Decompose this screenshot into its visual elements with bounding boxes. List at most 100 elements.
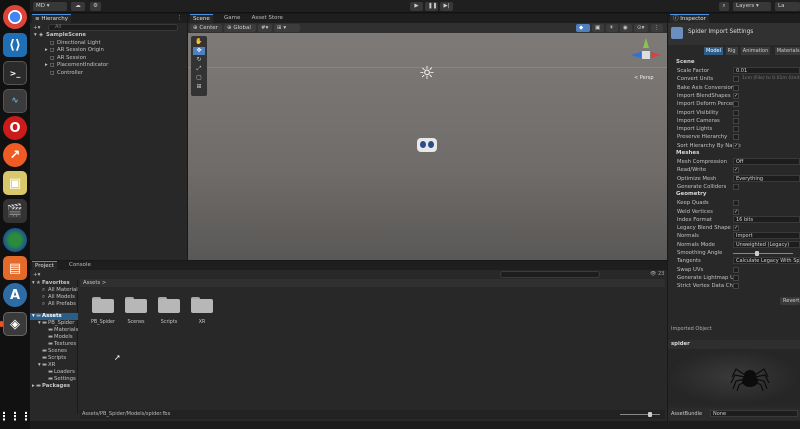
hand-tool-icon[interactable]: ✋ xyxy=(193,38,205,46)
play-button[interactable]: ▶ xyxy=(410,2,423,11)
layout-dropdown[interactable]: La xyxy=(775,2,800,11)
pivot-dropdown[interactable]: ⊕ Center xyxy=(190,24,222,32)
project-tree-item[interactable]: ⌕ All Models xyxy=(30,294,78,301)
grid-snap-button[interactable]: #▾ xyxy=(258,24,272,32)
project-tree-item[interactable]: ▬Textures xyxy=(30,341,78,348)
directional-light-icon[interactable]: ☼ xyxy=(416,63,438,85)
project-tree-item[interactable]: ▬Loaders xyxy=(30,369,78,376)
account-button[interactable]: MD ▾ xyxy=(33,2,67,11)
tab-inspector[interactable]: ⓘ Inspector xyxy=(670,14,709,23)
opera-icon[interactable]: O xyxy=(3,116,27,140)
tab-scene[interactable]: Scene xyxy=(190,14,213,23)
checkbox[interactable]: ✓ xyxy=(733,167,739,174)
video-editor-icon[interactable]: 🎬 xyxy=(3,199,27,223)
tab-materials[interactable]: Materials xyxy=(774,47,800,55)
transform-tool-icon[interactable]: ⊞ xyxy=(193,83,205,91)
snap-increment-button[interactable]: ⊞ ▾ xyxy=(274,24,300,32)
checkbox[interactable] xyxy=(733,200,739,207)
tab-animation[interactable]: Animation xyxy=(740,47,771,55)
checkbox[interactable] xyxy=(733,109,739,116)
checkbox[interactable]: ✓ xyxy=(733,225,739,232)
smoothing-angle-slider[interactable] xyxy=(733,251,793,256)
system-monitor-icon[interactable]: ∿ xyxy=(3,89,27,113)
checkbox[interactable] xyxy=(733,126,739,133)
checkbox[interactable] xyxy=(733,134,739,141)
layers-dropdown[interactable]: Layers ▾ xyxy=(733,2,771,11)
project-tree-item[interactable]: ▬Materials xyxy=(30,327,78,334)
folder-icon[interactable] xyxy=(191,297,213,313)
inspector-value-field[interactable]: Unweighted (Legacy) xyxy=(733,240,800,248)
orientation-gizmo[interactable] xyxy=(629,38,663,72)
checkbox[interactable]: ✓ xyxy=(733,208,739,215)
project-tree-item[interactable]: ▬Scripts xyxy=(30,355,78,362)
scene-viewport[interactable]: ✋ ✥ ↻ ⤢ ▢ ⊞ ☼ < Persp xyxy=(188,33,667,260)
postman-icon[interactable]: ↗ xyxy=(3,143,27,167)
inspector-value-field[interactable]: Import xyxy=(733,232,800,240)
hierarchy-item[interactable]: ▾ ◈ SampleScene xyxy=(30,32,187,39)
zoom-slider[interactable] xyxy=(620,412,660,417)
checkbox[interactable] xyxy=(733,101,739,108)
rotate-tool-icon[interactable]: ↻ xyxy=(193,56,205,64)
lighting-toggle[interactable]: ☀ xyxy=(606,24,618,32)
checkbox[interactable]: ✓ xyxy=(733,142,739,149)
checkbox[interactable] xyxy=(733,283,739,290)
space-dropdown[interactable]: ⊕ Global xyxy=(224,24,256,32)
slider-handle[interactable] xyxy=(755,251,759,256)
project-tree-item[interactable]: ▬Models xyxy=(30,334,78,341)
project-search-input[interactable] xyxy=(500,271,600,278)
project-tree-item[interactable]: ▸▬Packages xyxy=(30,383,78,390)
inspector-value-field[interactable]: 0.01 xyxy=(733,67,800,74)
checkbox[interactable] xyxy=(733,183,739,190)
inspector-value-field[interactable]: Calculate Legacy With Split xyxy=(733,257,800,265)
tab-console[interactable]: Console xyxy=(66,261,94,270)
assetbundle-dropdown[interactable]: None xyxy=(710,410,798,417)
folder-label[interactable]: XR xyxy=(182,320,222,325)
breadcrumb-assets[interactable]: Assets xyxy=(83,280,100,286)
tab-asset-store[interactable]: Asset Store xyxy=(249,14,286,23)
tab-game[interactable]: Game xyxy=(221,14,243,23)
inspector-value-field[interactable]: 16 bits xyxy=(733,215,800,223)
rect-tool-icon[interactable]: ▢ xyxy=(193,74,205,82)
hierarchy-item[interactable]: ◻ Directional Light xyxy=(30,40,187,47)
folder-icon[interactable] xyxy=(125,297,147,313)
project-tree-item[interactable]: ▾▬PB_Spider xyxy=(30,320,78,327)
persp-label[interactable]: < Persp xyxy=(634,75,654,81)
step-button[interactable]: ▶| xyxy=(440,2,453,11)
gear-icon[interactable]: ⚙ xyxy=(90,2,101,11)
scale-tool-icon[interactable]: ⤢ xyxy=(193,65,205,73)
vscode-icon[interactable]: ⟨⟩ xyxy=(3,33,27,57)
checkbox[interactable] xyxy=(733,84,739,91)
unity-icon[interactable]: ◈ xyxy=(3,312,27,336)
checkbox[interactable] xyxy=(733,266,739,273)
move-tool-icon[interactable]: ✥ xyxy=(193,47,205,55)
hierarchy-item[interactable]: ▸ ◻ AR Session Origin xyxy=(30,47,187,54)
inspector-value-field[interactable]: Everything xyxy=(733,174,800,182)
project-tree-item[interactable]: ▾★Favorites xyxy=(30,280,78,287)
image-viewer-icon[interactable]: ▣ xyxy=(3,171,27,195)
folder-icon[interactable] xyxy=(158,297,180,313)
checkbox[interactable] xyxy=(733,76,739,83)
tab-project[interactable]: Project xyxy=(32,261,57,270)
project-tree-item[interactable]: ▾▬XR xyxy=(30,362,78,369)
hierarchy-item[interactable]: ▸ ◻ PlacementIndicator xyxy=(30,62,187,69)
scene-more-icon[interactable]: ⋮ xyxy=(651,24,663,32)
project-tree-item[interactable]: ▬Scenes xyxy=(30,348,78,355)
files-icon[interactable]: ▤ xyxy=(3,256,27,280)
more-options-icon[interactable]: ⋮ xyxy=(174,14,186,23)
project-tree-item[interactable]: ▾▬Assets xyxy=(30,313,78,320)
draw-mode-button[interactable]: ◆ xyxy=(576,24,590,32)
folder-icon[interactable] xyxy=(92,297,114,313)
inspector-value-field[interactable]: Off xyxy=(733,158,800,165)
model-preview[interactable] xyxy=(668,349,800,405)
chrome-icon[interactable] xyxy=(3,5,27,29)
search-icon[interactable]: ⌕ xyxy=(719,2,729,11)
show-apps-icon[interactable]: ⋮⋮⋮ xyxy=(0,404,32,428)
project-tree-item[interactable]: ⌕ All Prefabs xyxy=(30,301,78,308)
revert-button[interactable]: Revert xyxy=(780,296,800,305)
project-tree-item[interactable]: ▬Settings xyxy=(30,376,78,383)
checkbox[interactable]: ✓ xyxy=(733,92,739,99)
controller-gizmo-icon[interactable] xyxy=(417,138,437,152)
globe-app-icon[interactable] xyxy=(3,228,27,252)
hierarchy-item[interactable]: ◻ AR Session xyxy=(30,55,187,62)
tab-rig[interactable]: Rig xyxy=(725,47,738,55)
